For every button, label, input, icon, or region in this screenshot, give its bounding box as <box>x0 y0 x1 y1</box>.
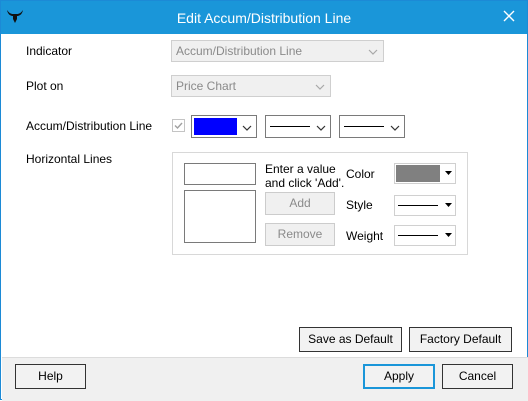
indicator-value: Accum/Distribution Line <box>176 44 303 58</box>
dropdown-arrow-icon <box>442 196 455 215</box>
color-label: Color <box>346 167 375 181</box>
horizontal-line-style-combo[interactable] <box>394 195 456 216</box>
help-button[interactable]: Help <box>15 364 86 389</box>
weight-label: Weight <box>346 229 384 243</box>
horizontal-line-color-swatch <box>396 165 440 182</box>
dialog-title: Edit Accum/Distribution Line <box>176 10 352 26</box>
chevron-down-icon <box>242 122 252 132</box>
indicator-select: Accum/Distribution Line <box>171 40 384 62</box>
title-bar: Edit Accum/Distribution Line <box>1 1 527 34</box>
horizontal-line-hint: Enter a value and click 'Add'. <box>265 162 345 190</box>
close-button[interactable] <box>497 5 521 29</box>
dropdown-arrow-icon <box>442 164 455 183</box>
plot-on-label: Plot on <box>26 79 64 93</box>
dialog-window: Edit Accum/Distribution Line Indicator A… <box>0 0 528 401</box>
chevron-down-icon <box>390 122 400 132</box>
line-label: Accum/Distribution Line <box>26 119 153 133</box>
horizontal-line-style-preview <box>398 205 438 206</box>
horizontal-line-color-combo[interactable] <box>394 163 456 184</box>
chevron-down-icon <box>368 46 378 56</box>
add-button[interactable]: Add <box>265 192 335 215</box>
horizontal-lines-panel: Enter a value and click 'Add'. Add Remov… <box>172 152 468 255</box>
close-icon <box>503 10 515 25</box>
apply-button[interactable]: Apply <box>363 364 435 389</box>
horizontal-line-weight-combo[interactable] <box>394 225 456 246</box>
cancel-button[interactable]: Cancel <box>442 364 513 389</box>
horizontal-line-value-input[interactable] <box>184 163 256 185</box>
checkmark-icon <box>174 122 183 130</box>
horizontal-line-weight-preview <box>398 235 438 236</box>
line-style-preview <box>270 126 310 127</box>
style-label: Style <box>346 198 373 212</box>
plot-on-select: Price Chart <box>171 75 331 97</box>
indicator-label: Indicator <box>26 44 73 58</box>
line-color-swatch <box>194 118 237 135</box>
dropdown-arrow-icon <box>442 226 455 245</box>
plot-on-value: Price Chart <box>176 79 237 93</box>
save-as-default-button[interactable]: Save as Default <box>299 327 402 352</box>
horizontal-lines-list[interactable] <box>184 190 256 243</box>
remove-button[interactable]: Remove <box>265 223 335 246</box>
chevron-down-icon <box>316 122 326 132</box>
factory-default-button[interactable]: Factory Default <box>409 327 512 352</box>
horizontal-lines-label: Horizontal Lines <box>26 152 113 166</box>
chevron-down-icon <box>315 81 325 91</box>
line-weight-combo[interactable] <box>339 115 405 138</box>
line-color-combo[interactable] <box>191 115 257 138</box>
line-weight-preview <box>344 126 384 127</box>
line-style-combo[interactable] <box>265 115 331 138</box>
line-visible-checkbox[interactable] <box>172 119 185 132</box>
